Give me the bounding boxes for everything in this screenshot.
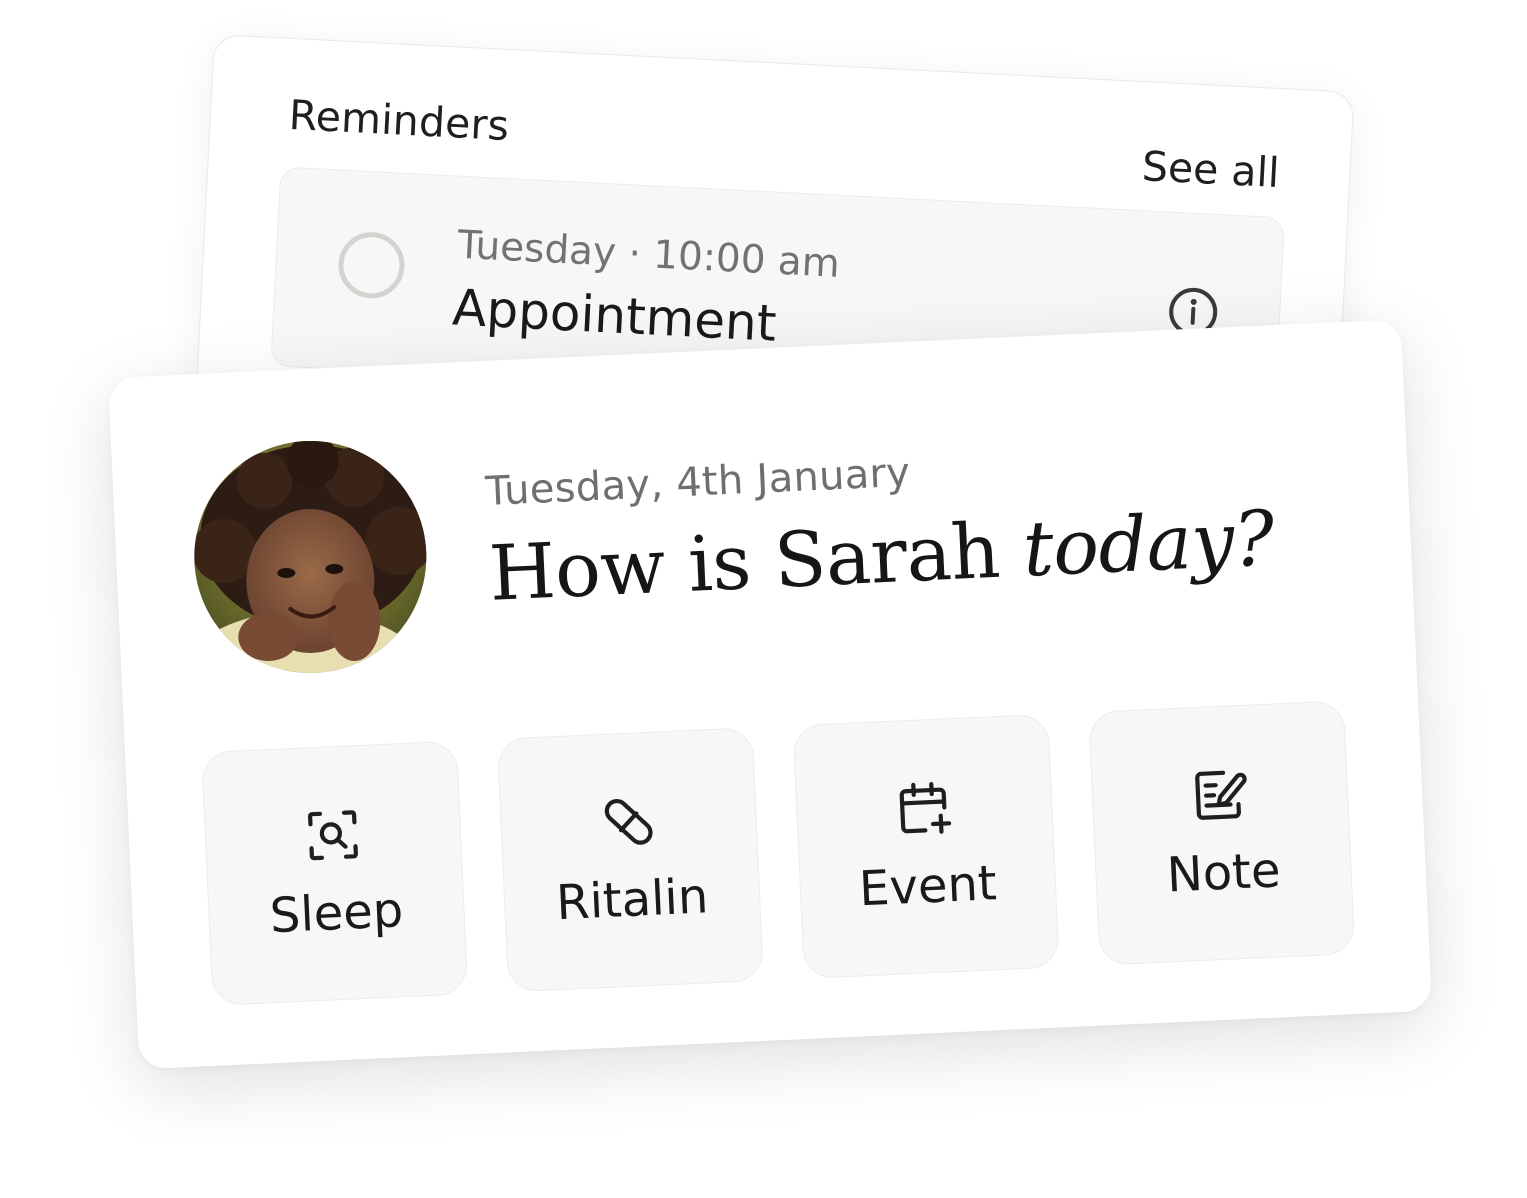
note-label: Note — [1165, 842, 1282, 904]
child-portrait-avatar — [194, 441, 427, 674]
stage: Reminders See all Tuesday · 10:00 am App… — [0, 0, 1527, 1198]
avatar — [194, 441, 427, 674]
headline-text: How is Sarah — [487, 504, 1026, 618]
reminder-time: Tuesday · 10:00 am — [456, 222, 841, 287]
reminder-title: Appointment — [451, 278, 778, 353]
ritalin-button[interactable]: Ritalin — [496, 727, 765, 993]
quick-actions: Sleep Ritalin Event Note — [201, 700, 1356, 1006]
headline-emphasis: today? — [1021, 493, 1276, 594]
reminders-heading: Reminders — [287, 90, 511, 151]
event-label: Event — [857, 855, 998, 918]
daily-checkin-card: Tuesday, 4th January How is Sarah today?… — [108, 319, 1433, 1070]
event-button[interactable]: Event — [792, 713, 1060, 980]
sleep-button[interactable]: Sleep — [201, 740, 469, 1006]
reminder-checkbox[interactable] — [336, 230, 407, 300]
note-edit-icon — [1195, 770, 1247, 820]
pill-icon — [604, 798, 653, 845]
date-label: Tuesday, 4th January — [484, 449, 912, 515]
note-button[interactable]: Note — [1088, 700, 1356, 966]
see-all-link[interactable]: See all — [1141, 142, 1281, 197]
sleep-scan-icon — [307, 810, 358, 861]
calendar-plus-icon — [899, 781, 952, 834]
sleep-label: Sleep — [268, 882, 405, 945]
page-title: How is Sarah today? — [487, 493, 1276, 618]
ritalin-label: Ritalin — [555, 868, 710, 932]
